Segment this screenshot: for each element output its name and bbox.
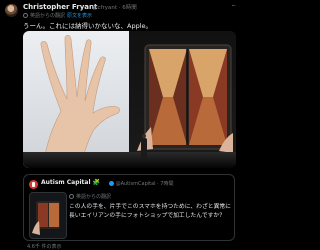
author-name[interactable]: Christopher Fryant [23,3,97,11]
presenter-figure [140,134,148,158]
verified-icon [109,181,114,186]
image-left-panel [23,31,129,168]
thumbnail-image [30,193,66,238]
tweet[interactable]: Christopher Fryant @cfryant · 6時間 ··· 英語… [0,0,241,250]
avatar[interactable] [5,4,18,17]
quote-author-name[interactable]: Autism Capital 🧩 [41,179,100,186]
globe-icon [23,13,28,18]
quote-text: この人の手を、片手でこのスマホを持つために、わざと異常に長いエイリアンの手にフォ… [69,204,231,219]
tweet-text: うーん。これには納得いかないな、Apple。 [23,22,153,30]
quote-avatar[interactable] [29,180,38,189]
author-handle[interactable]: @cfryant · 6時間 [92,3,137,11]
hand-illustration [40,34,120,168]
translation-note: 英語からの翻訳 原文を表示 [23,12,92,19]
globe-icon [69,194,74,199]
show-original-link[interactable]: 原文を表示 [67,12,92,19]
quote-translation-note: 英語からの翻訳 [69,193,111,200]
more-icon[interactable]: ··· [231,2,236,10]
quote-author-handle[interactable]: @AutismCapital · 7時間 [108,180,174,187]
stage-floor [23,152,236,168]
view-count: 4.6千 件の表示 [27,244,62,250]
translated-label: 英語からの翻訳 [30,13,66,19]
quoted-tweet[interactable]: Autism Capital 🧩 @AutismCapital · 7時間 英語… [23,174,235,241]
quote-thumbnail[interactable] [29,192,67,239]
tweet-image[interactable] [23,31,236,168]
